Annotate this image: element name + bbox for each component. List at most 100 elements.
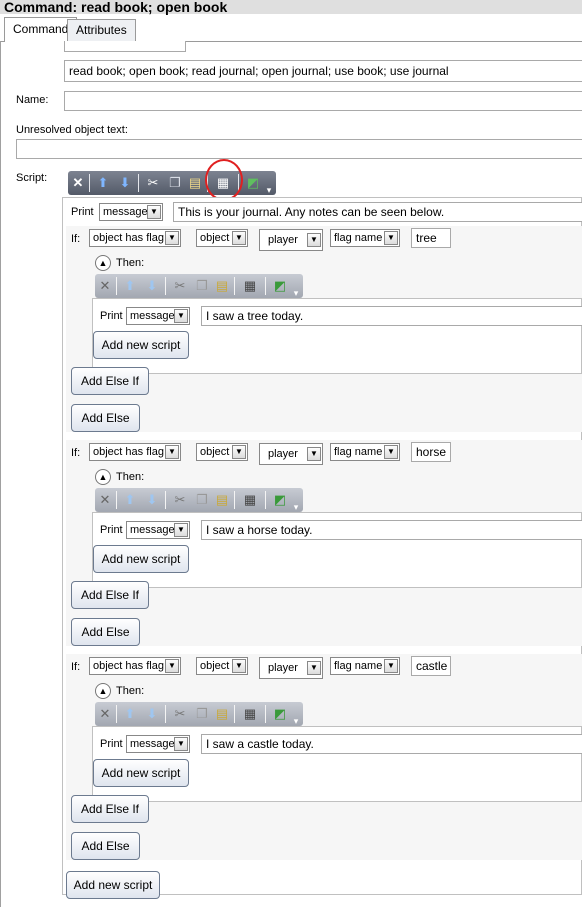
move-up-icon[interactable]: ⬆ xyxy=(121,491,139,509)
collapse-icon[interactable]: ▲ xyxy=(95,469,111,485)
flag-input[interactable]: horse xyxy=(411,442,451,462)
name-label: Name: xyxy=(16,94,49,106)
cut-icon[interactable]: ✂ xyxy=(171,705,189,723)
copy-icon[interactable]: ❐ xyxy=(193,491,211,509)
print-message-input[interactable]: I saw a castle today. xyxy=(201,734,582,754)
chevron-down-icon: ▼ xyxy=(384,445,398,459)
name-input[interactable] xyxy=(64,91,582,111)
copy-icon[interactable]: ❐ xyxy=(166,174,184,192)
delete-icon[interactable]: ✕ xyxy=(96,491,114,509)
chevron-down-icon: ▼ xyxy=(232,445,246,459)
chevron-down-icon: ▼ xyxy=(174,523,188,537)
add-else-if-button[interactable]: Add Else If xyxy=(71,581,149,609)
print-message-input[interactable]: I saw a tree today. xyxy=(201,306,582,326)
then-toolbar: ✕ ⬆ ⬇ ✂ ❐ ▤ ▦ ◩ ▾ xyxy=(95,488,303,512)
object-type-select[interactable]: object ▼ xyxy=(196,443,248,461)
add-new-script-button[interactable]: Add new script xyxy=(93,331,189,359)
move-down-icon[interactable]: ⬇ xyxy=(143,491,161,509)
then-toolbar: ✕ ⬆ ⬇ ✂ ❐ ▤ ▦ ◩ ▾ xyxy=(95,274,303,298)
window-title: Command: read book; open book xyxy=(0,0,582,14)
delete-icon[interactable]: ✕ xyxy=(96,277,114,295)
object-type-select[interactable]: object ▼ xyxy=(196,657,248,675)
chevron-down-icon: ▼ xyxy=(174,309,188,323)
print-label: Print xyxy=(100,738,123,750)
print-type-select[interactable]: message ▼ xyxy=(126,521,190,539)
code-view-icon[interactable]: ▦ xyxy=(241,277,259,295)
print-type-select[interactable]: message ▼ xyxy=(126,735,190,753)
add-new-script-button[interactable]: Add new script xyxy=(66,871,160,899)
then-label: Then: xyxy=(116,471,145,483)
move-down-icon[interactable]: ⬇ xyxy=(143,277,161,295)
chevron-down-icon: ▼ xyxy=(384,659,398,673)
add-new-script-button[interactable]: Add new script xyxy=(93,759,189,787)
print-label: Print xyxy=(71,206,94,218)
flag-input[interactable]: castle xyxy=(411,656,451,676)
cut-icon[interactable]: ✂ xyxy=(144,174,162,192)
cut-icon[interactable]: ✂ xyxy=(171,491,189,509)
popout-icon[interactable]: ◩ xyxy=(244,174,262,192)
paste-icon[interactable]: ▤ xyxy=(186,174,204,192)
unresolved-label: Unresolved object text: xyxy=(16,124,128,136)
add-else-button[interactable]: Add Else xyxy=(71,404,140,432)
tab-bar: Command Attributes xyxy=(0,17,582,42)
tab-attributes[interactable]: Attributes xyxy=(67,19,136,41)
popout-icon[interactable]: ◩ xyxy=(271,491,289,509)
chevron-down-icon: ▼ xyxy=(384,231,398,245)
paste-icon[interactable]: ▤ xyxy=(213,491,231,509)
pattern-input[interactable]: read book; open book; read journal; open… xyxy=(64,60,582,82)
collapse-icon[interactable]: ▲ xyxy=(95,255,111,271)
popout-icon[interactable]: ◩ xyxy=(271,705,289,723)
script-label: Script: xyxy=(16,172,48,184)
print-label: Print xyxy=(100,524,123,536)
previous-field[interactable] xyxy=(64,41,186,52)
collapse-icon[interactable]: ▲ xyxy=(95,683,111,699)
add-else-button[interactable]: Add Else xyxy=(71,618,140,646)
popout-icon[interactable]: ◩ xyxy=(271,277,289,295)
chevron-down-icon: ▼ xyxy=(165,231,179,245)
print-label: Print xyxy=(100,310,123,322)
move-down-icon[interactable]: ⬇ xyxy=(143,705,161,723)
chevron-down-icon: ▼ xyxy=(174,737,188,751)
paste-icon[interactable]: ▤ xyxy=(213,705,231,723)
condition-select[interactable]: object has flag ▼ xyxy=(89,229,181,247)
copy-icon[interactable]: ❐ xyxy=(193,277,211,295)
flag-type-select[interactable]: flag name ▼ xyxy=(330,443,400,461)
add-else-if-button[interactable]: Add Else If xyxy=(71,795,149,823)
delete-icon[interactable]: ✕ xyxy=(96,705,114,723)
add-new-script-button[interactable]: Add new script xyxy=(93,545,189,573)
chevron-down-icon: ▼ xyxy=(165,659,179,673)
copy-icon[interactable]: ❐ xyxy=(193,705,211,723)
code-view-icon[interactable]: ▦ xyxy=(241,705,259,723)
print-type-select[interactable]: message ▼ xyxy=(126,307,190,325)
move-up-icon[interactable]: ⬆ xyxy=(94,174,112,192)
move-down-icon[interactable]: ⬇ xyxy=(116,174,134,192)
condition-select[interactable]: object has flag ▼ xyxy=(89,657,181,675)
print-type-select[interactable]: message ▼ xyxy=(99,203,163,221)
object-select[interactable]: player ▼ xyxy=(259,229,323,251)
then-label: Then: xyxy=(116,257,145,269)
chevron-down-icon: ▼ xyxy=(232,231,246,245)
then-toolbar: ✕ ⬆ ⬇ ✂ ❐ ▤ ▦ ◩ ▾ xyxy=(95,702,303,726)
flag-type-select[interactable]: flag name ▼ xyxy=(330,657,400,675)
object-select[interactable]: player ▼ xyxy=(259,443,323,465)
flag-type-select[interactable]: flag name ▼ xyxy=(330,229,400,247)
chevron-down-icon: ▼ xyxy=(232,659,246,673)
print-message-input[interactable]: I saw a horse today. xyxy=(201,520,582,540)
add-else-if-button[interactable]: Add Else If xyxy=(71,367,149,395)
paste-icon[interactable]: ▤ xyxy=(213,277,231,295)
delete-icon[interactable]: ✕ xyxy=(69,174,87,192)
add-else-button[interactable]: Add Else xyxy=(71,832,140,860)
object-type-select[interactable]: object ▼ xyxy=(196,229,248,247)
chevron-down-icon: ▼ xyxy=(307,661,321,675)
cut-icon[interactable]: ✂ xyxy=(171,277,189,295)
move-up-icon[interactable]: ⬆ xyxy=(121,277,139,295)
condition-select[interactable]: object has flag ▼ xyxy=(89,443,181,461)
chevron-down-icon: ▼ xyxy=(147,205,161,219)
object-select[interactable]: player ▼ xyxy=(259,657,323,679)
if-label: If: xyxy=(71,233,81,245)
move-up-icon[interactable]: ⬆ xyxy=(121,705,139,723)
print-message-input[interactable]: This is your journal. Any notes can be s… xyxy=(173,202,582,222)
unresolved-input[interactable] xyxy=(16,139,582,159)
code-view-icon[interactable]: ▦ xyxy=(241,491,259,509)
flag-input[interactable]: tree xyxy=(411,228,451,248)
